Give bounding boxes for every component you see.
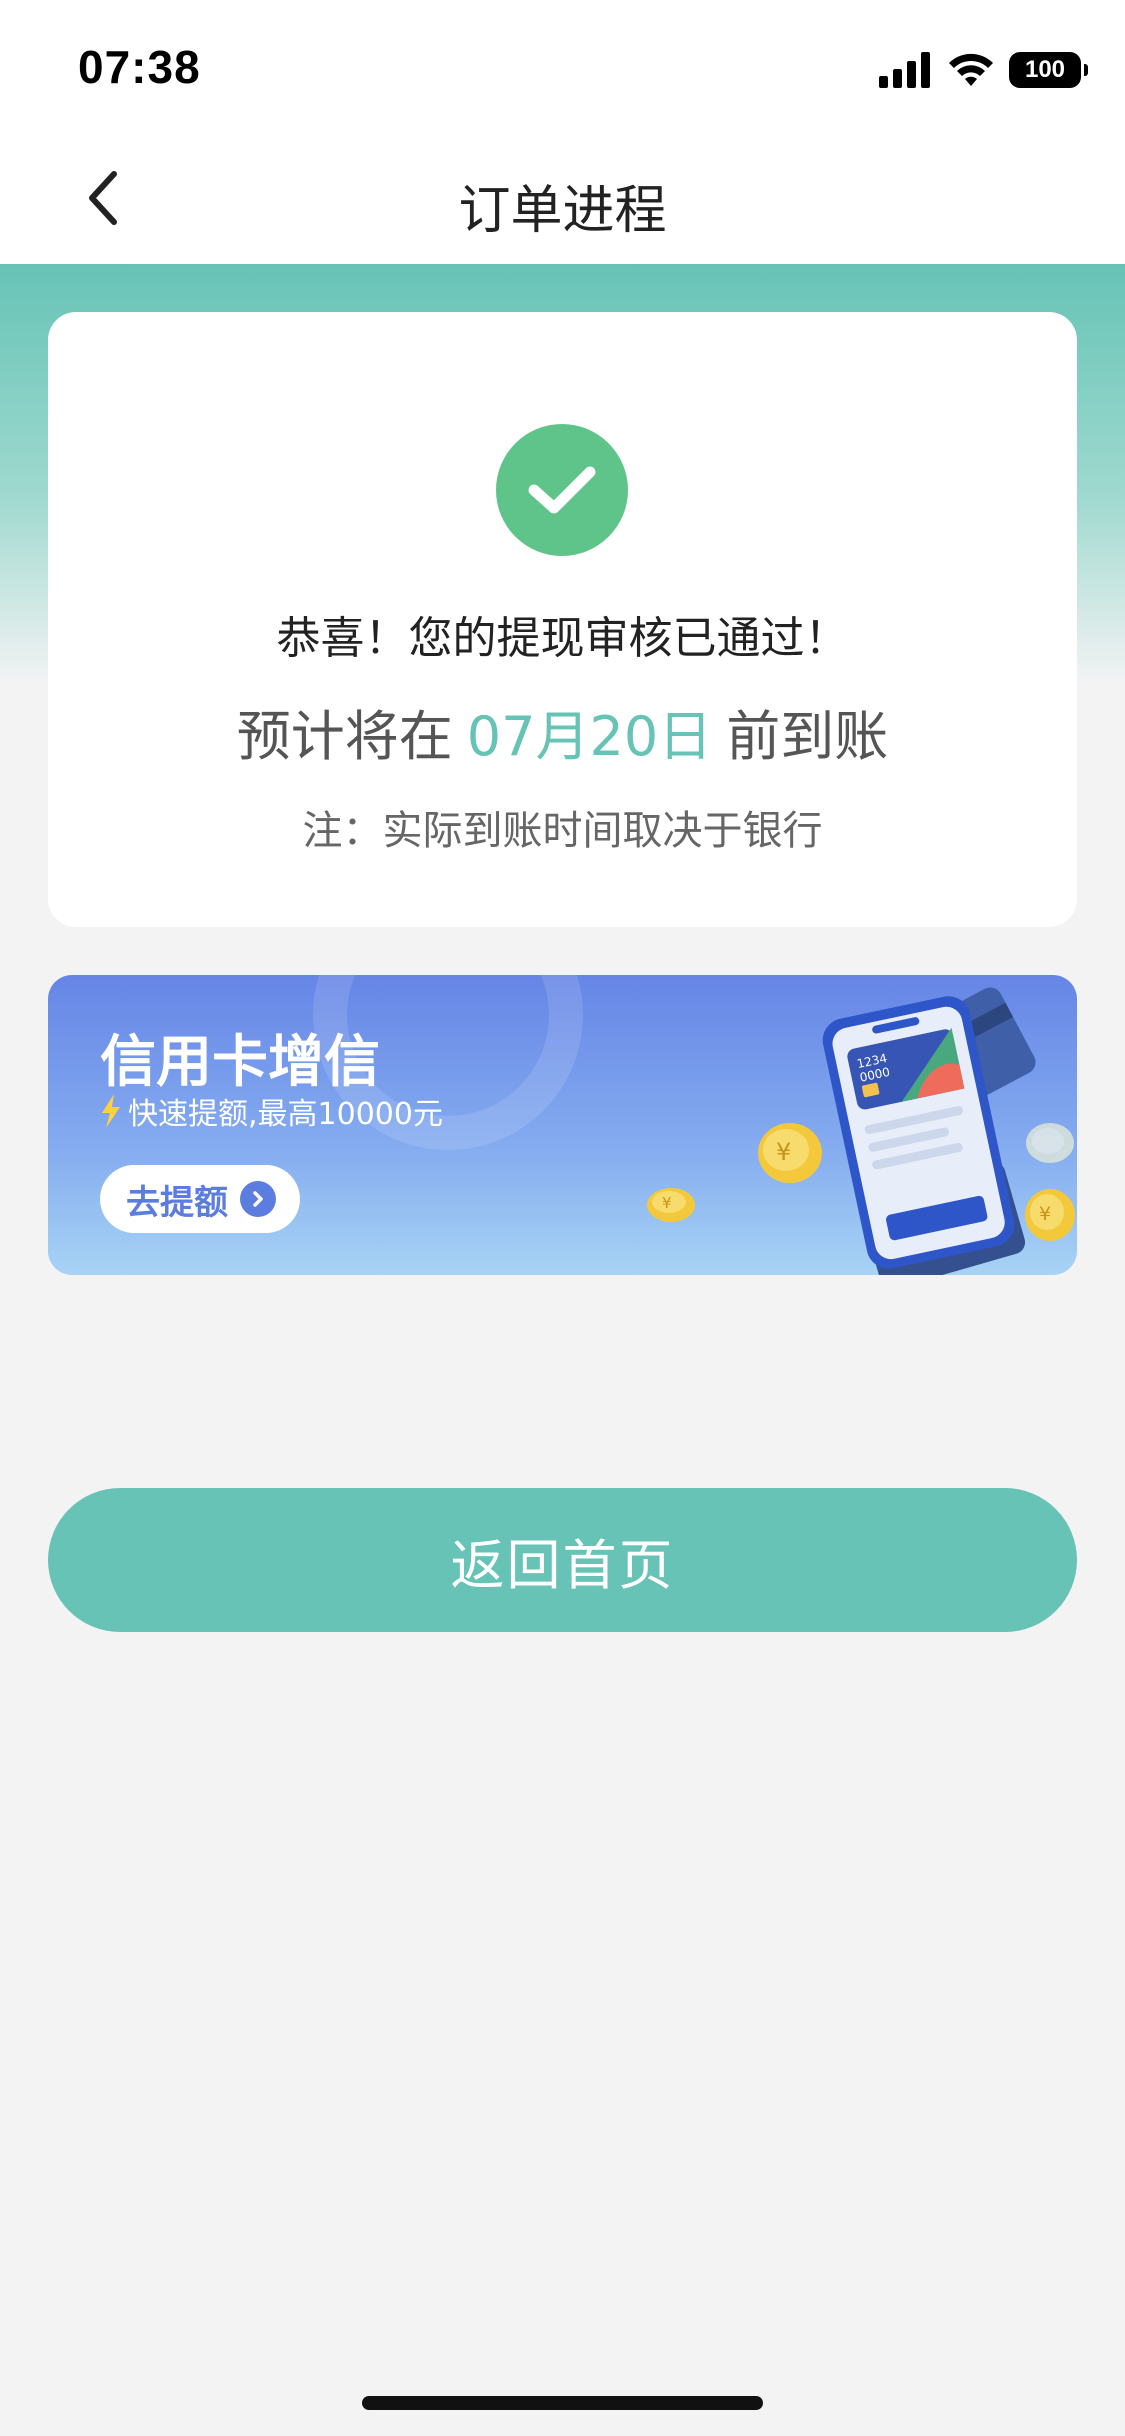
signal-icon <box>879 52 930 88</box>
page-title: 订单进程 <box>458 181 667 241</box>
status-time: 07:38 <box>78 41 201 93</box>
eta-prefix: 预计将在 <box>236 705 453 768</box>
eta-suffix: 前到账 <box>726 705 889 768</box>
status-bar: 07:38 100 <box>0 0 1125 132</box>
banner-title: 信用卡增信 <box>100 1030 380 1095</box>
return-home-button[interactable]: 返回首页 <box>48 1488 1077 1632</box>
banner-subtitle: 快速提额,最高10000元 <box>100 1089 443 1133</box>
phone-cards-illustration: 1234 0000 ¥ ¥ ¥ <box>647 987 1075 1275</box>
banner-subtitle-text: 快速提额,最高10000元 <box>128 1097 443 1132</box>
bank-note: 注：实际到账时间取决于银行 <box>302 808 823 854</box>
lightning-icon <box>102 1094 120 1128</box>
raise-limit-label: 去提额 <box>126 1182 228 1223</box>
home-indicator <box>362 2396 763 2410</box>
congrats-message: 恭喜！您的提现审核已通过！ <box>276 613 849 664</box>
eta-date: 07月20日 <box>466 705 713 768</box>
coin-icon <box>1026 1123 1074 1163</box>
order-progress-screen: 07:38 100 订单进程 恭喜！您的提现审核已通过！ 预计将在 07月20日… <box>0 0 1125 2436</box>
status-icons: 100 <box>879 50 1088 90</box>
raise-limit-button[interactable]: 去提额 <box>100 1165 300 1233</box>
wifi-icon <box>949 53 993 86</box>
coin-icon: ¥ <box>1025 1189 1075 1241</box>
credit-promo-banner[interactable]: 信用卡增信 快速提额,最高10000元 去提额 1234 0000 ¥ ¥ ¥ <box>48 975 1077 1275</box>
nav-bar: 订单进程 <box>0 132 1125 264</box>
svg-text:¥: ¥ <box>662 1194 672 1212</box>
svg-text:¥: ¥ <box>1039 1203 1051 1225</box>
arrow-right-icon <box>240 1181 276 1217</box>
battery-icon: 100 <box>1009 52 1088 88</box>
coin-icon: ¥ <box>647 1188 695 1222</box>
coin-icon: ¥ <box>758 1123 822 1183</box>
svg-text:¥: ¥ <box>776 1138 791 1166</box>
result-card: 恭喜！您的提现审核已通过！ 预计将在 07月20日 前到账 注：实际到账时间取决于银… <box>48 312 1077 927</box>
check-circle-icon <box>496 424 628 556</box>
eta-line: 预计将在 07月20日 前到账 <box>48 692 1077 771</box>
